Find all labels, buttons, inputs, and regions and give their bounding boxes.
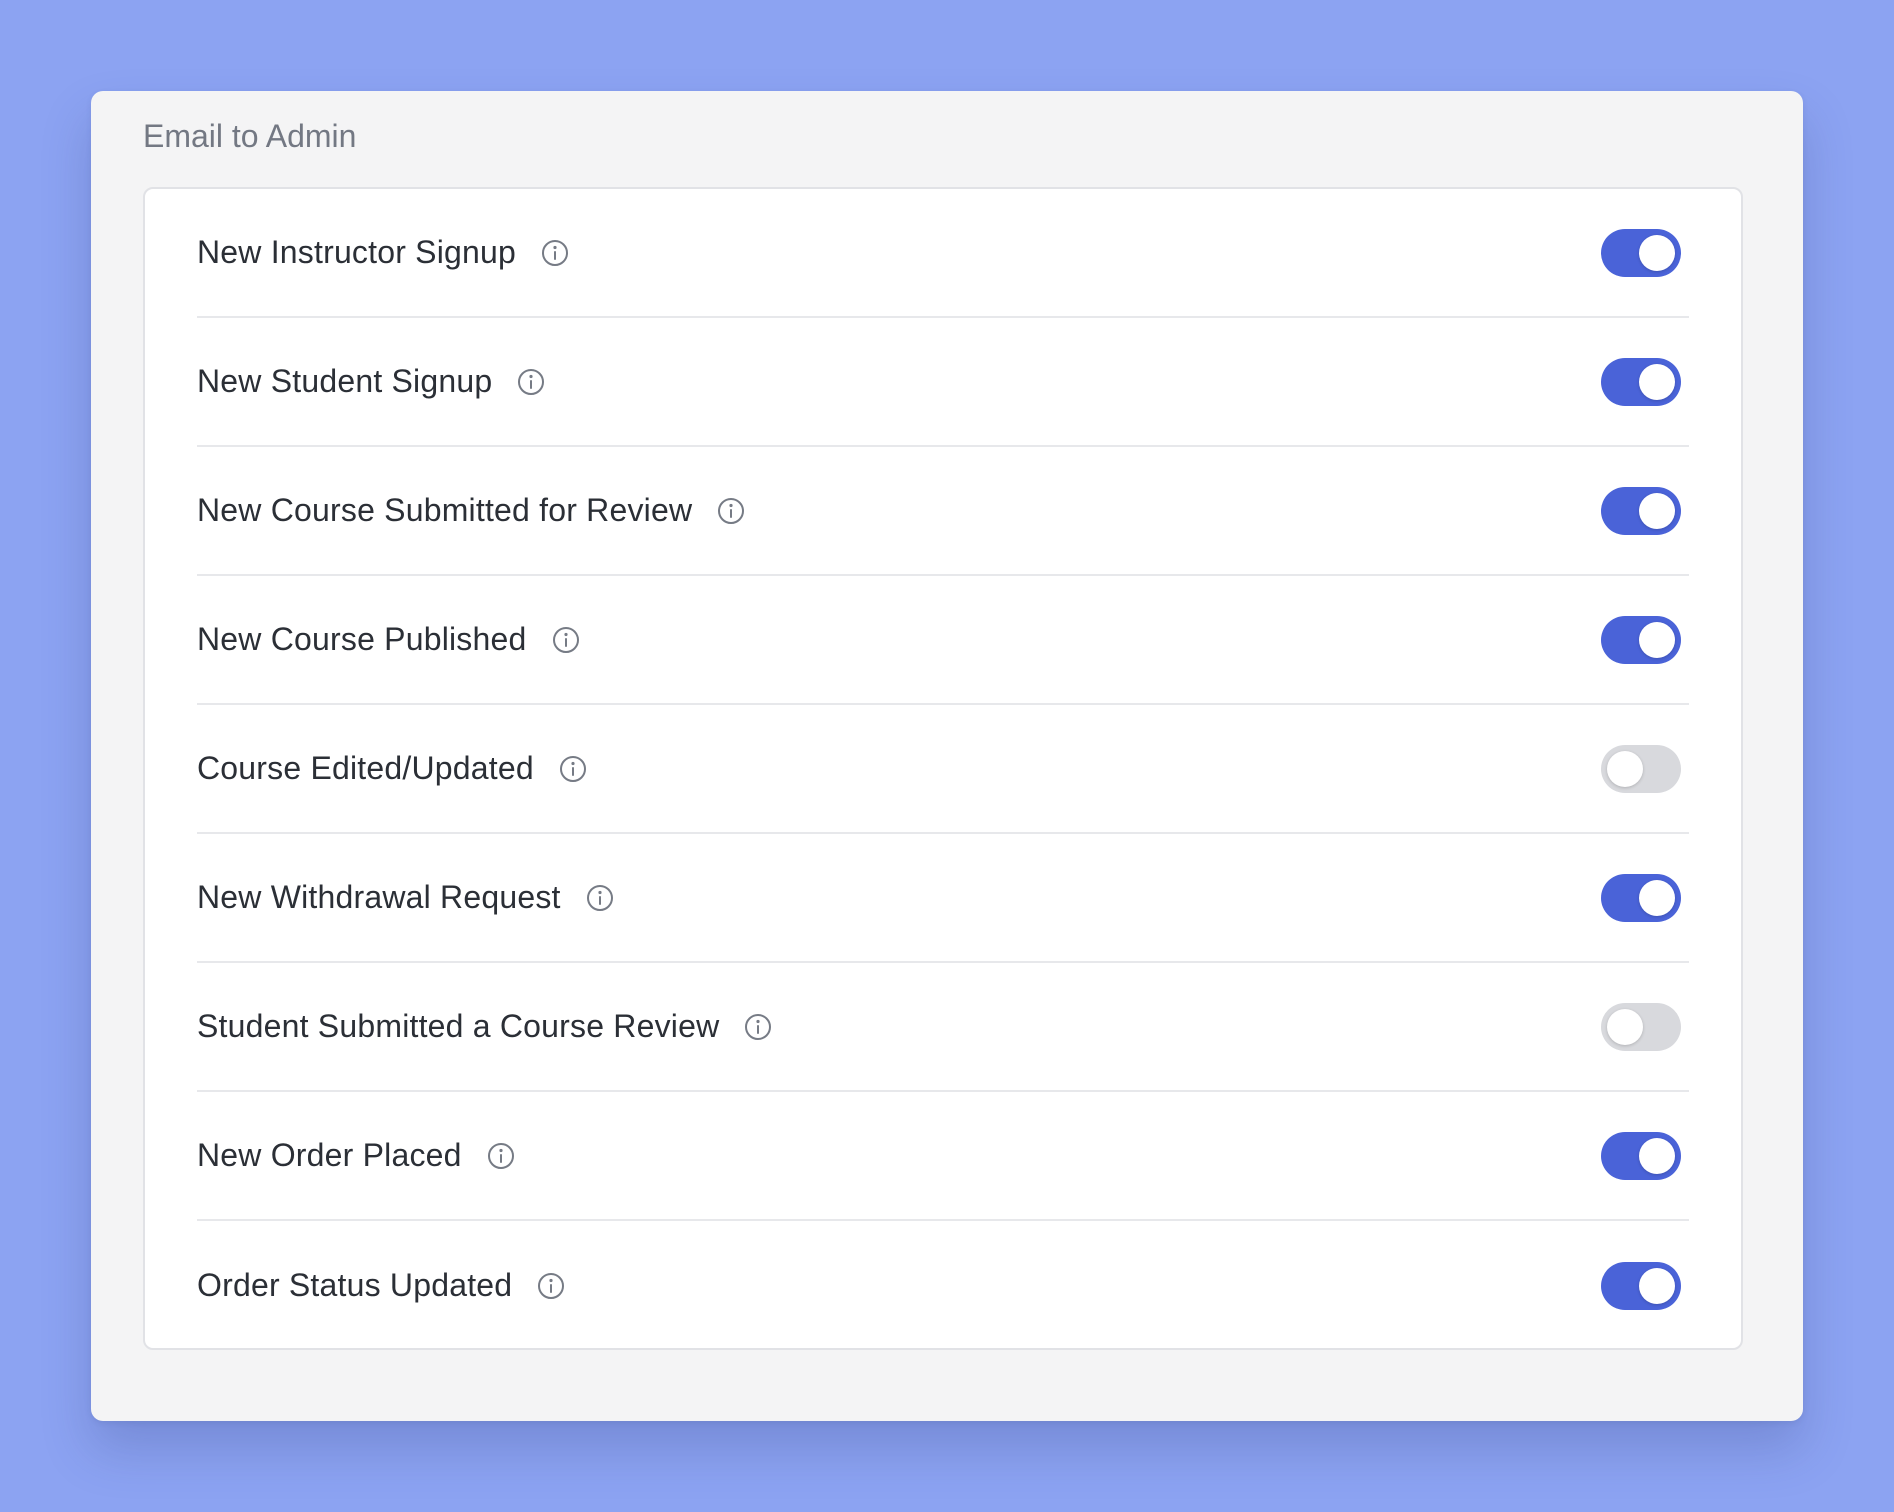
toggle-switch[interactable] xyxy=(1601,873,1681,922)
toggle-switch[interactable] xyxy=(1601,1002,1681,1051)
toggle-knob xyxy=(1607,1008,1643,1045)
toggle-knob xyxy=(1607,750,1643,787)
toggle-switch[interactable] xyxy=(1601,1131,1681,1180)
info-icon[interactable] xyxy=(743,1012,773,1042)
toggle-knob xyxy=(1639,234,1675,271)
toggle-knob xyxy=(1639,621,1675,658)
setting-label: New Instructor Signup xyxy=(197,234,517,270)
setting-label: New Withdrawal Request xyxy=(197,879,561,915)
setting-row-new-instructor-signup: New Instructor Signup xyxy=(197,189,1689,318)
toggle-switch[interactable] xyxy=(1601,486,1681,535)
setting-label: New Order Placed xyxy=(197,1137,462,1173)
setting-label: New Course Submitted for Review xyxy=(197,492,693,528)
setting-label: New Student Signup xyxy=(197,363,493,399)
setting-row-new-withdrawal-request: New Withdrawal Request xyxy=(197,834,1689,963)
toggle-knob xyxy=(1639,363,1675,400)
notification-settings-list: New Instructor Signup New Student Signup… xyxy=(143,187,1743,1350)
info-icon[interactable] xyxy=(585,883,615,913)
info-icon[interactable] xyxy=(716,496,746,526)
setting-row-new-course-published: New Course Published xyxy=(197,576,1689,705)
section-title: Email to Admin xyxy=(143,118,357,154)
toggle-switch[interactable] xyxy=(1601,744,1681,793)
toggle-switch[interactable] xyxy=(1601,615,1681,664)
setting-label: New Course Published xyxy=(197,621,527,657)
info-icon[interactable] xyxy=(540,238,570,268)
setting-row-student-submitted-course-review: Student Submitted a Course Review xyxy=(197,963,1689,1092)
info-icon[interactable] xyxy=(536,1271,566,1301)
toggle-knob xyxy=(1639,1267,1675,1304)
setting-row-new-student-signup: New Student Signup xyxy=(197,318,1689,447)
info-icon[interactable] xyxy=(551,625,581,655)
info-icon[interactable] xyxy=(486,1141,516,1171)
email-to-admin-panel: Email to Admin New Instructor Signup New… xyxy=(91,91,1803,1421)
setting-row-course-edited-updated: Course Edited/Updated xyxy=(197,705,1689,834)
setting-row-order-status-updated: Order Status Updated xyxy=(197,1221,1689,1350)
setting-row-new-course-submitted-for-review: New Course Submitted for Review xyxy=(197,447,1689,576)
setting-label: Student Submitted a Course Review xyxy=(197,1008,720,1044)
toggle-knob xyxy=(1639,492,1675,529)
setting-label: Order Status Updated xyxy=(197,1267,513,1303)
info-icon[interactable] xyxy=(558,754,588,784)
toggle-knob xyxy=(1639,879,1675,916)
setting-label: Course Edited/Updated xyxy=(197,750,534,786)
toggle-switch[interactable] xyxy=(1601,357,1681,406)
setting-row-new-order-placed: New Order Placed xyxy=(197,1092,1689,1221)
info-icon[interactable] xyxy=(516,367,546,397)
toggle-switch[interactable] xyxy=(1601,228,1681,277)
toggle-switch[interactable] xyxy=(1601,1261,1681,1310)
toggle-knob xyxy=(1639,1137,1675,1174)
